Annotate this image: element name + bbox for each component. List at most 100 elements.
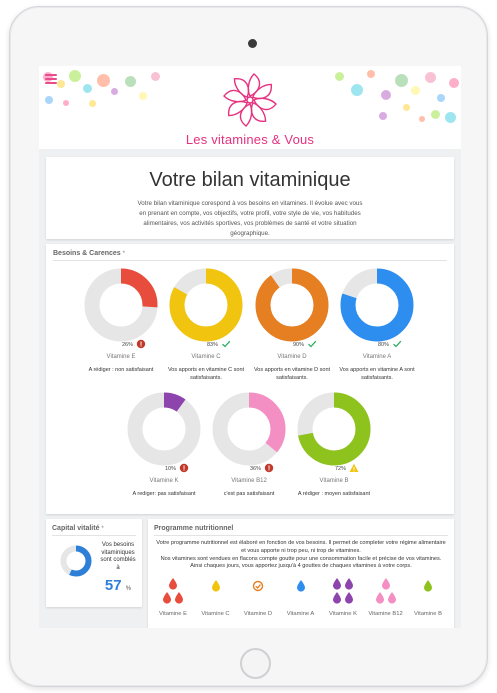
brand-title: Les vitamines & Vous (185, 132, 315, 147)
vitamin-vitamine-a[interactable]: 80% Vitamine A Vos apports en vitamine A s… (334, 267, 420, 387)
besoins-card: Besoins & Carences * 26%! Vitamine E A réd… (46, 244, 454, 514)
confetti-bubble (425, 72, 436, 83)
dose-label: Vitamine B12 (368, 611, 403, 617)
vitamin-percent: 26% (122, 342, 134, 348)
vitamin-donut (127, 392, 201, 466)
vitamin-vitamine-d[interactable]: 90% Vitamine D Vos apports en vitamine D s… (249, 267, 335, 387)
drop-icon (175, 592, 183, 604)
drop-icon (163, 578, 183, 604)
confetti-bubble (63, 100, 69, 106)
alert-icon: ! (179, 463, 189, 473)
vitamin-name: Vitamine D (277, 354, 307, 360)
svg-text:!: ! (183, 466, 185, 473)
divider (53, 260, 447, 261)
drop-icon (424, 580, 432, 592)
intro-card: Votre bilan vitaminique Votre bilan vita… (46, 157, 454, 239)
vitamin-donut (212, 392, 286, 466)
app-screen: Les vitamines & Vous Votre bilan vitamin… (39, 66, 461, 628)
alert-icon: ! (264, 463, 274, 473)
capital-card: Capital vitalité * Vos besoins vitaminiq… (46, 519, 142, 607)
vitamin-donut (255, 268, 329, 342)
confetti-bubble (97, 74, 110, 87)
confetti-bubble (45, 96, 53, 104)
vitamin-description: Vos apports en vitamine C sont satisfais… (167, 367, 245, 381)
programme-card: Programme nutritionnel Votre programme n… (148, 519, 454, 628)
capital-value: 57 % (104, 577, 132, 594)
camera-icon (248, 39, 257, 48)
vitamin-description: A rediger: pas satisfaisant (132, 491, 196, 497)
svg-text:!: ! (268, 466, 270, 473)
vitamin-vitamine-b[interactable]: 72%! Vitamine B A rédiger : moyen satisfai… (291, 391, 377, 511)
confetti-bubble (437, 94, 445, 102)
vitamin-percent: 80% (378, 342, 390, 348)
dose-vitamine-a: Vitamine A (280, 576, 322, 624)
drop-icon (375, 592, 384, 604)
drop-icon (424, 580, 432, 592)
drop-icon (333, 578, 353, 604)
warning-icon: ! (349, 463, 359, 473)
vitamin-vitamine-k[interactable]: 10%! Vitamine K A rediger: pas satisfaisan… (121, 391, 207, 511)
confetti-bubble (89, 100, 96, 107)
vitamin-percent: 90% (293, 342, 305, 348)
check-icon (222, 340, 231, 348)
confetti-bubble (445, 112, 456, 123)
doses-row: Vitamine E Vitamine C Vitamine D Vitamine A… (152, 576, 450, 624)
dose-label: Vitamine C (201, 611, 230, 617)
drop-icon (296, 580, 305, 592)
vitamin-percent: 36% (250, 466, 262, 472)
drop-icon (345, 592, 353, 604)
drop-icon (169, 578, 177, 590)
vitamin-description: A rédiger : moyen satisfaisant (297, 491, 371, 497)
vitamin-vitamine-c[interactable]: 83% Vitamine C Vos apports en vitamine C s… (163, 267, 249, 387)
dose-vitamine-d: Vitamine D (237, 576, 279, 624)
vitamin-name: Vitamine K (149, 478, 179, 484)
vitamin-percent: 83% (207, 342, 219, 348)
info-icon[interactable]: * (123, 251, 125, 257)
drop-icon (211, 580, 220, 592)
vitamin-name: Vitamine C (191, 354, 221, 360)
info-icon[interactable]: * (101, 526, 103, 532)
vitamin-vitamine-b12[interactable]: 36%! Vitamine B12 c'est pas satisfaisant (206, 391, 292, 511)
vitamin-vitamine-e[interactable]: 26%! Vitamine E A rédiger : non satisfaisa… (78, 267, 164, 387)
vitamin-name: Vitamine B12 (231, 478, 267, 484)
drop-icon (163, 592, 171, 604)
confetti-bubble (335, 72, 344, 81)
dose-vitamine-b: Vitamine B (407, 576, 449, 624)
drop-icon (375, 578, 396, 604)
vitamin-name: Vitamine E (106, 354, 136, 360)
dose-label: Vitamine A (286, 611, 315, 617)
programme-title: Programme nutritionnel (154, 525, 234, 532)
vitamin-name: Vitamine A (362, 354, 392, 360)
confetti-bubble (151, 72, 160, 81)
check-icon (308, 340, 317, 348)
dose-label: Vitamine B (414, 611, 442, 617)
drop-icon (211, 580, 220, 592)
svg-text:!: ! (140, 342, 142, 349)
divider (154, 535, 448, 536)
confetti-bubble (449, 78, 459, 88)
capital-text: Vos besoins vitaminiques sont comblés à (100, 542, 136, 571)
confetti-bubble (367, 70, 375, 78)
confetti-bubble (431, 110, 440, 119)
dose-label: Vitamine K (329, 611, 357, 617)
header: Les vitamines & Vous (39, 66, 461, 149)
vitamin-description: c'est pas satisfaisant (223, 491, 275, 497)
confetti-bubble (395, 74, 408, 87)
drop-icon (333, 592, 341, 604)
vitamin-donut (84, 268, 158, 342)
dose-label: Vitamine D (243, 611, 273, 617)
svg-text:!: ! (353, 467, 355, 473)
drop-icon (345, 578, 353, 590)
alert-icon: ! (136, 339, 146, 349)
confetti-bubble (379, 112, 387, 120)
drop-icon (381, 578, 390, 590)
home-button[interactable] (240, 648, 271, 679)
vitamin-percent: 10% (165, 466, 177, 472)
donut-arc (255, 268, 329, 342)
besoins-title: Besoins & Carences * (53, 250, 125, 257)
drop-icon (387, 592, 396, 604)
divider (52, 535, 136, 536)
hamburger-menu-icon[interactable] (45, 74, 57, 84)
vitamin-description: Vos apports en vitamine A sont satisfais… (339, 367, 415, 381)
intro-text: Votre bilan vitaminique corespond à vos … (137, 200, 363, 237)
